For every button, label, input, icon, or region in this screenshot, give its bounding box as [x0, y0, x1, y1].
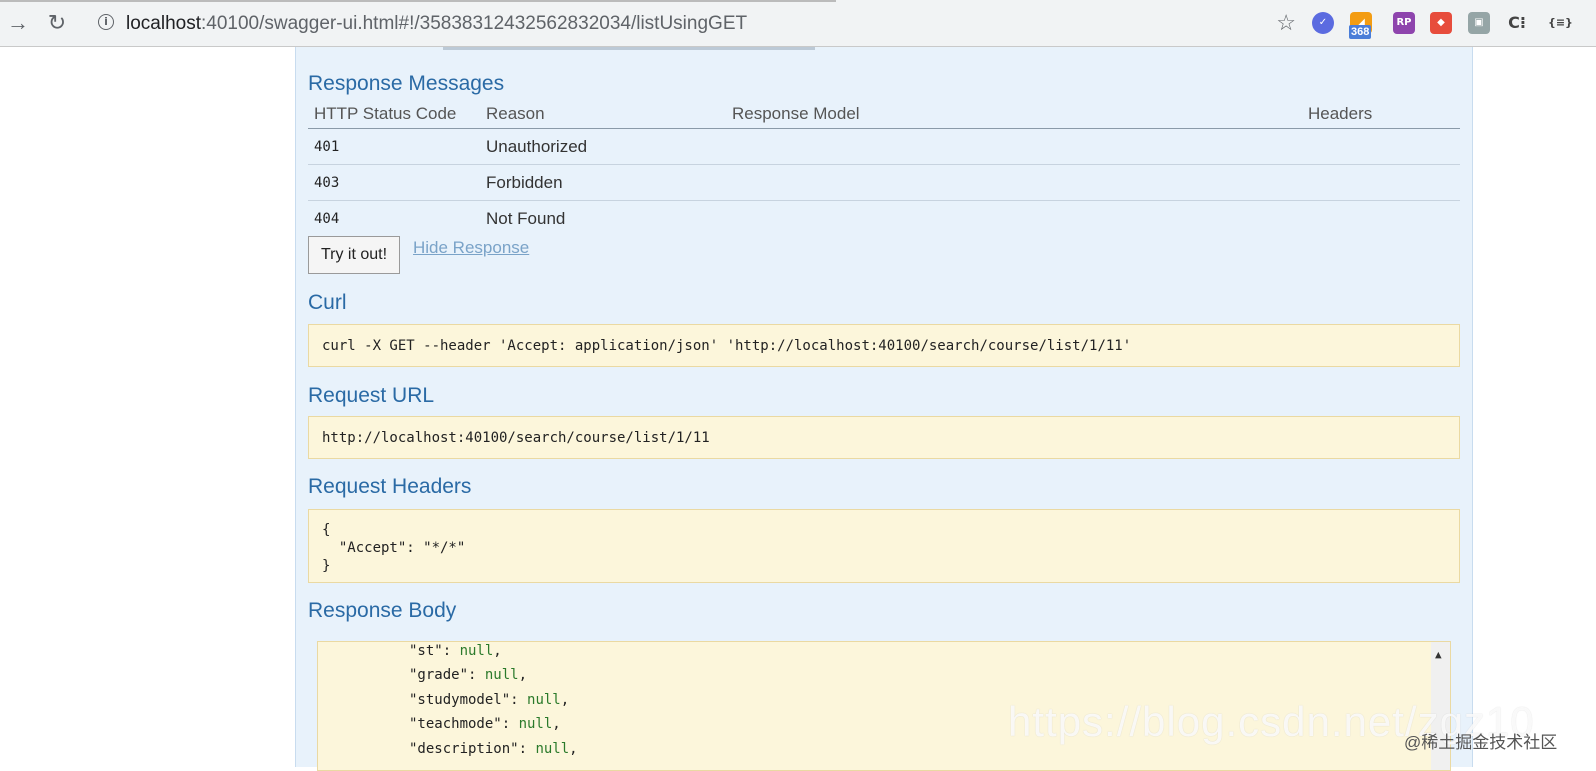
- extension-json-icon[interactable]: {≡}: [1548, 12, 1573, 34]
- json-value: null: [535, 741, 570, 757]
- request-url-block: http://localhost:40100/search/course/lis…: [308, 416, 1460, 459]
- header-line: "Accept": "*/*": [322, 540, 466, 556]
- json-key: "studymodel": [409, 692, 511, 708]
- response-model: [726, 164, 1302, 201]
- table-row: 403 Forbidden: [308, 164, 1460, 201]
- json-line: "teachmode": null,: [409, 716, 561, 732]
- json-value: null: [459, 643, 494, 659]
- response-messages-title: Response Messages: [308, 72, 505, 95]
- json-value: null: [518, 716, 553, 732]
- request-headers-title: Request Headers: [308, 475, 472, 498]
- json-line: "grade": null,: [409, 667, 528, 683]
- status-code: 403: [308, 164, 480, 201]
- response-model: [726, 201, 1302, 237]
- headers: [1302, 128, 1460, 165]
- hide-response-link[interactable]: Hide Response: [413, 238, 529, 258]
- scroll-up-icon[interactable]: ▲: [1435, 648, 1442, 661]
- status-code: 401: [308, 128, 480, 165]
- table-row: 404 Not Found: [308, 201, 1460, 237]
- watermark-credit: @稀土掘金技术社区: [1404, 733, 1558, 752]
- column-header: Response Model: [726, 97, 1302, 129]
- request-url-title: Request URL: [308, 384, 435, 407]
- status-code: 404: [314, 210, 340, 227]
- response-messages-table: HTTP Status Code Reason Response Model H…: [308, 97, 1460, 236]
- headers: [1302, 201, 1460, 237]
- horizontal-scrollbar[interactable]: [443, 47, 815, 50]
- response-model: [726, 128, 1302, 165]
- json-line: "description": null,: [409, 741, 578, 757]
- column-header: HTTP Status Code: [308, 97, 480, 129]
- forward-icon[interactable]: →: [6, 11, 30, 35]
- extension-c-icon[interactable]: C⁝: [1506, 12, 1528, 34]
- json-key: "description": [409, 741, 519, 757]
- bookmark-star-icon[interactable]: ☆: [1276, 10, 1296, 36]
- json-line: "st": null,: [409, 643, 502, 659]
- table-row: 401 Unauthorized: [308, 128, 1460, 165]
- extension-rp-icon[interactable]: RP: [1393, 12, 1415, 34]
- curl-block: curl -X GET --header 'Accept: applicatio…: [308, 324, 1460, 367]
- tab-strip-edge: [0, 0, 836, 2]
- header-line: {: [322, 522, 331, 538]
- column-header: Reason: [480, 97, 726, 129]
- reason: Not Found: [486, 208, 566, 228]
- try-it-out-button[interactable]: Try it out!: [308, 236, 400, 274]
- reload-icon[interactable]: ↻: [45, 11, 69, 35]
- curl-title: Curl: [308, 291, 347, 314]
- reason: Unauthorized: [480, 128, 726, 165]
- active-tab-edge: [836, 0, 1016, 2]
- response-body-title: Response Body: [308, 599, 457, 622]
- operation-panel: Response Messages HTTP Status Code Reaso…: [295, 47, 1473, 771]
- extension-image-icon[interactable]: ▣: [1468, 12, 1490, 34]
- info-icon[interactable]: i: [98, 14, 114, 30]
- url-host: localhost: [126, 13, 201, 34]
- extension-badge: 368: [1349, 25, 1372, 39]
- json-line: "studymodel": null,: [409, 692, 570, 708]
- headers: [1302, 164, 1460, 201]
- browser-toolbar: → ↻ i localhost:40100/swagger-ui.html#!/…: [0, 0, 1596, 47]
- json-key: "st": [409, 643, 443, 659]
- curl-command: curl -X GET --header 'Accept: applicatio…: [322, 338, 1132, 354]
- column-header: Headers: [1302, 97, 1460, 129]
- reason: Forbidden: [480, 164, 726, 201]
- extension-color-icon[interactable]: ◆: [1430, 12, 1452, 34]
- json-key: "teachmode": [409, 716, 502, 732]
- request-url-value: http://localhost:40100/search/course/lis…: [322, 430, 710, 446]
- json-value: null: [527, 692, 561, 708]
- json-value: null: [484, 667, 519, 683]
- url-text[interactable]: localhost:40100/swagger-ui.html#!/358383…: [126, 13, 747, 35]
- header-line: }: [322, 558, 331, 574]
- table-header-row: HTTP Status Code Reason Response Model H…: [308, 97, 1460, 129]
- request-headers-block: { "Accept": "*/*" }: [308, 509, 1460, 583]
- address-bar[interactable]: i localhost:40100/swagger-ui.html#!/3583…: [86, 6, 1306, 40]
- extension-check-icon[interactable]: ✓: [1312, 12, 1334, 34]
- url-path: :40100/swagger-ui.html#!/358383124325628…: [201, 13, 748, 34]
- json-key: "grade": [409, 667, 469, 683]
